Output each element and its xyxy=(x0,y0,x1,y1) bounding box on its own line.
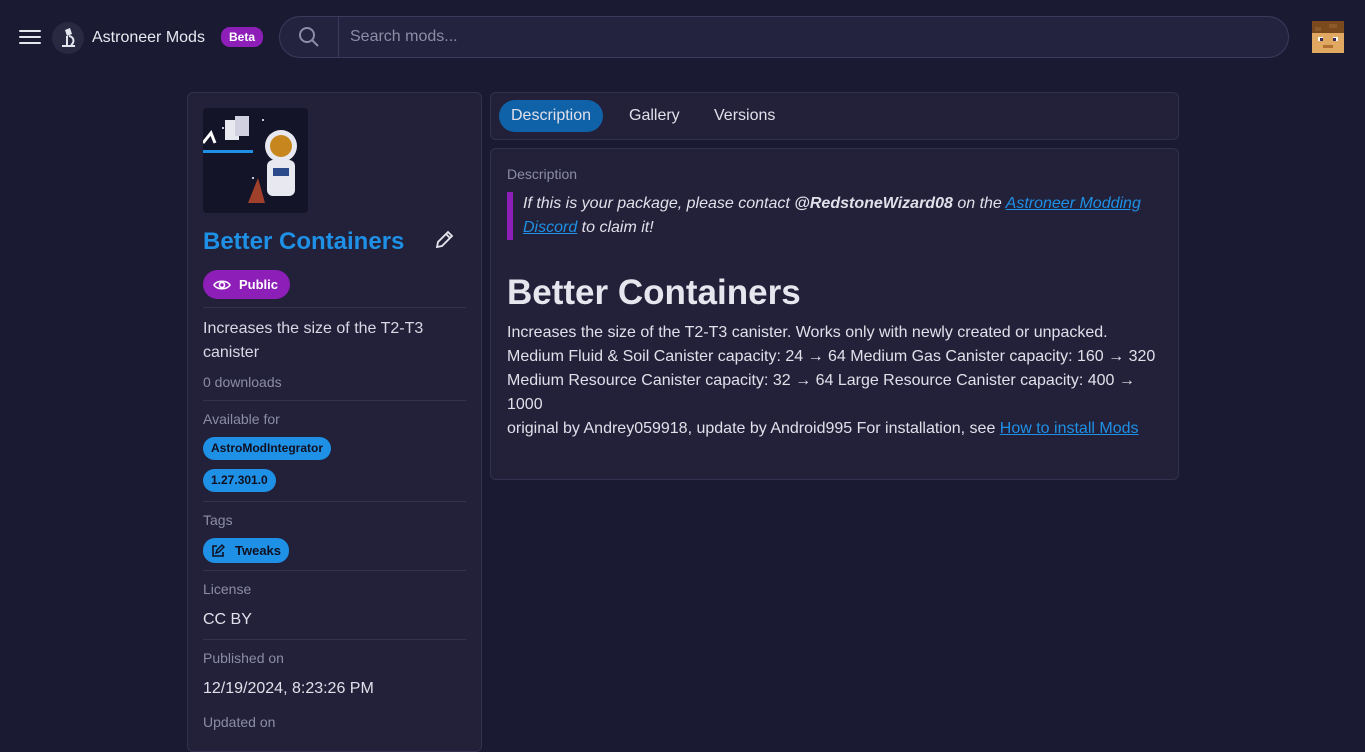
version-badge[interactable]: 1.27.301.0 xyxy=(203,469,276,492)
description-paragraph: Increases the size of the T2-T3 canister… xyxy=(507,324,1156,413)
install-guide-link[interactable]: How to install Mods xyxy=(1000,420,1139,437)
visibility-label: Public xyxy=(239,277,279,292)
search-bar xyxy=(279,16,1289,58)
notice-suffix: to claim it! xyxy=(577,219,654,236)
published-label: Published on xyxy=(203,650,284,666)
short-description: Increases the size of the T2-T3 canister xyxy=(203,320,424,361)
menu-icon[interactable] xyxy=(18,26,42,50)
license-value: CC BY xyxy=(203,611,252,628)
available-for-label: Available for xyxy=(203,411,280,427)
search-icon[interactable] xyxy=(280,17,339,57)
tag-label: Tweaks xyxy=(235,543,282,558)
claim-notice: If this is your package, please contact … xyxy=(507,192,1163,240)
notice-prefix: If this is your package, please contact xyxy=(523,195,795,212)
description-panel: Description If this is your package, ple… xyxy=(490,148,1179,480)
microscope-logo-icon[interactable] xyxy=(52,22,84,54)
avatar-icon[interactable] xyxy=(1309,18,1347,56)
credits-paragraph: original by Andrey059918, update by Andr… xyxy=(507,417,1163,441)
eye-icon xyxy=(213,279,231,290)
tags-label: Tags xyxy=(203,512,233,528)
notice-mid: on the xyxy=(952,195,1006,212)
description-heading: Better Containers xyxy=(507,273,801,312)
description-label: Description xyxy=(507,166,578,182)
edit-tag-icon xyxy=(212,543,225,557)
divider xyxy=(203,400,466,401)
pencil-icon[interactable] xyxy=(434,230,456,252)
mod-info-sidebar: Better Containers Public Increases the s… xyxy=(187,92,482,752)
credits-text: original by Andrey059918, update by Andr… xyxy=(507,420,1000,437)
notice-user: @RedstoneWizard08 xyxy=(794,195,953,212)
beta-badge: Beta xyxy=(221,27,264,47)
published-value: 12/19/2024, 8:23:26 PM xyxy=(203,680,374,697)
visibility-badge: Public xyxy=(203,270,291,299)
available-for-badge[interactable]: AstroModIntegrator xyxy=(203,437,331,460)
mod-title: Better Containers xyxy=(203,228,405,255)
tab-versions[interactable]: Versions xyxy=(702,100,787,132)
top-bar: Astroneer Mods Beta xyxy=(0,0,1365,76)
tab-gallery[interactable]: Gallery xyxy=(617,100,692,132)
site-title[interactable]: Astroneer Mods xyxy=(92,29,205,47)
download-count: 0 downloads xyxy=(203,374,282,390)
updated-label: Updated on xyxy=(203,714,276,730)
divider xyxy=(203,639,466,640)
content-tabs: Description Gallery Versions xyxy=(490,92,1179,140)
divider xyxy=(203,501,466,502)
tag-tweaks[interactable]: Tweaks xyxy=(203,538,290,563)
divider xyxy=(203,570,466,571)
license-label: License xyxy=(203,581,252,597)
mod-thumbnail xyxy=(203,108,308,213)
divider xyxy=(203,307,466,308)
tab-description[interactable]: Description xyxy=(499,100,604,132)
search-input[interactable] xyxy=(340,18,1280,56)
description-body: Increases the size of the T2-T3 canister… xyxy=(507,321,1163,441)
